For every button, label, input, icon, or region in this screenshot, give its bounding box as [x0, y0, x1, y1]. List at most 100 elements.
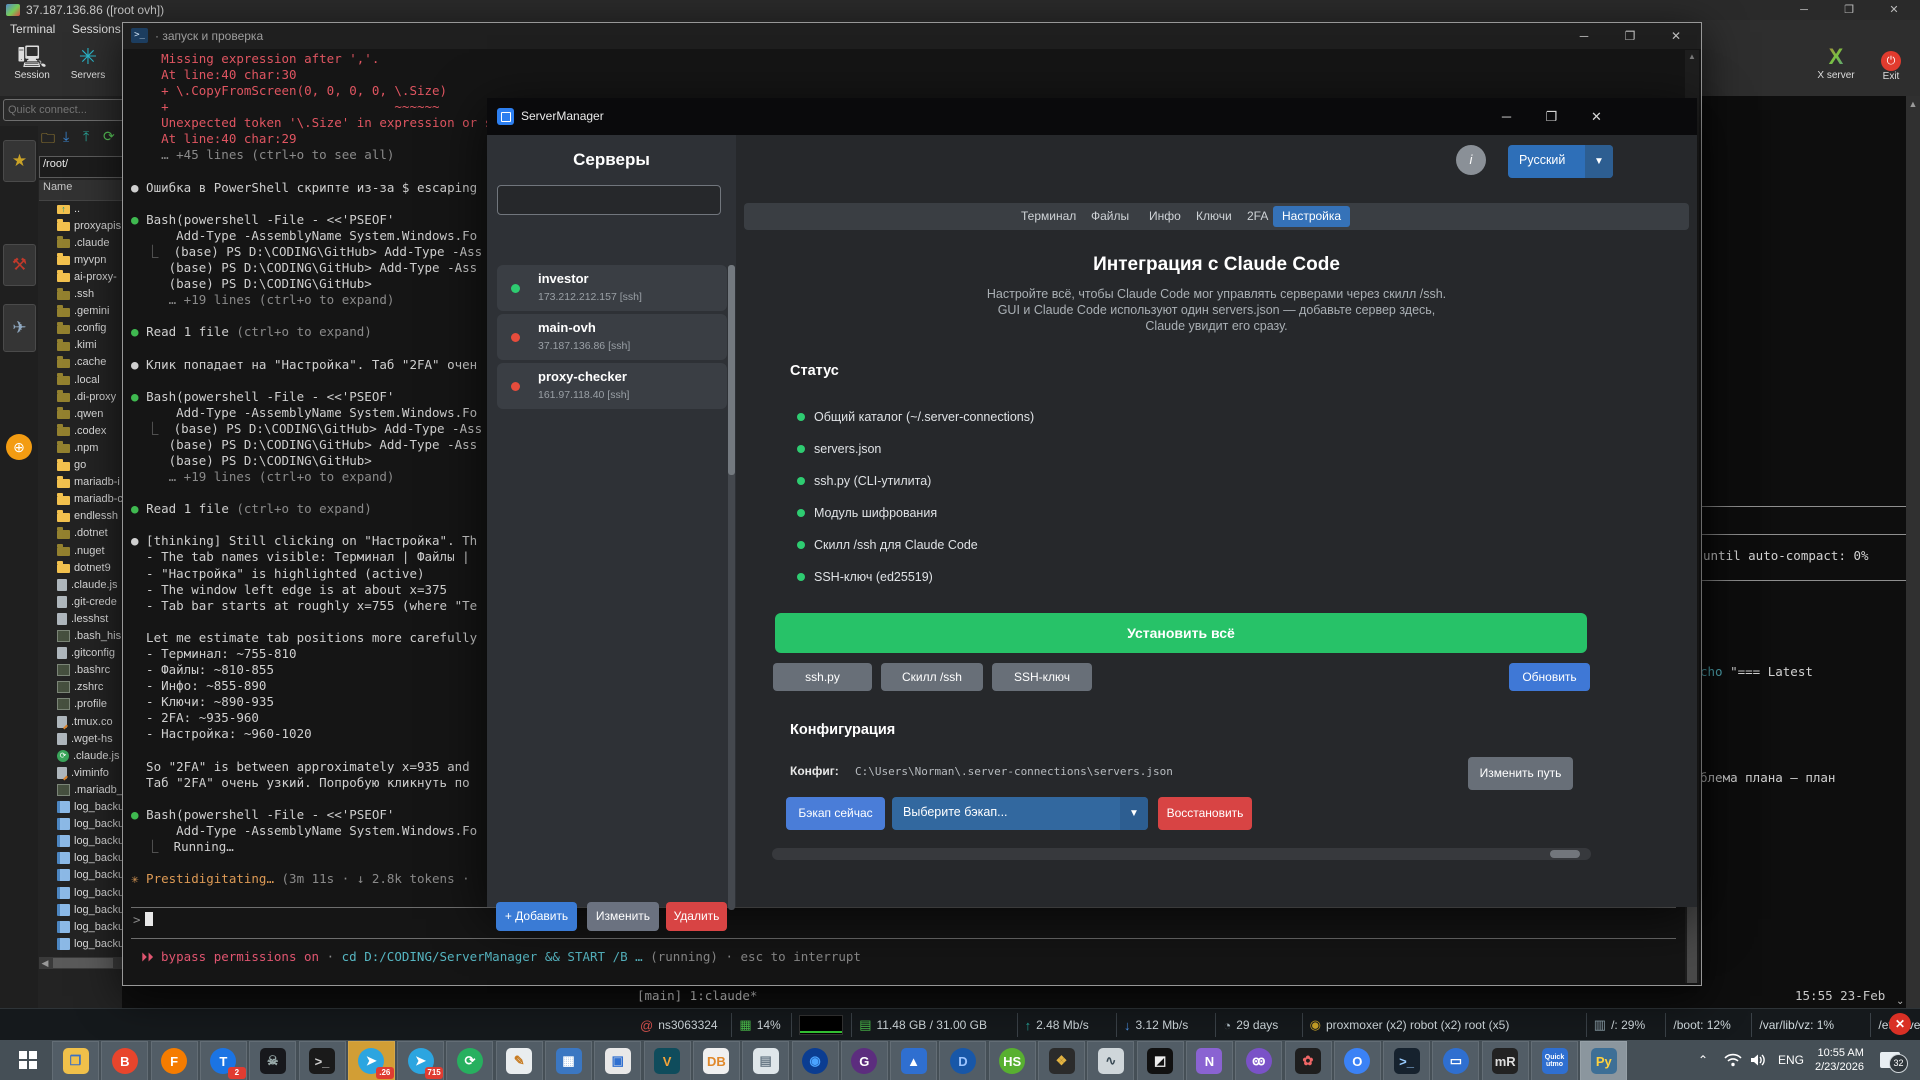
file-row[interactable]: .config: [39, 320, 106, 337]
taskbar-heidisql-app[interactable]: HS: [989, 1041, 1036, 1080]
sftp-column-name[interactable]: Name: [39, 180, 131, 201]
refresh-button[interactable]: Обновить: [1509, 663, 1590, 691]
file-row[interactable]: log_backu: [39, 935, 123, 952]
file-row[interactable]: mariadb-i: [39, 474, 120, 491]
Скилл /ssh-button[interactable]: Скилл /ssh: [881, 663, 983, 691]
server-search-input[interactable]: [497, 185, 721, 215]
taskbar-mobaxterm-app[interactable]: ❖: [1038, 1041, 1085, 1080]
file-row[interactable]: ⟳.claude.js: [39, 747, 119, 764]
taskbar-v-app[interactable]: V: [644, 1041, 691, 1080]
tools-icon[interactable]: ⚒: [3, 244, 36, 286]
content-horizontal-scrollbar[interactable]: [772, 848, 1591, 860]
file-row[interactable]: .gemini: [39, 303, 109, 320]
close-icon[interactable]: ✕: [1653, 23, 1699, 49]
taskbar-notepad-app[interactable]: ▤: [742, 1041, 789, 1080]
file-row[interactable]: .qwen: [39, 405, 103, 422]
taskbar-opera-app[interactable]: O: [1334, 1041, 1381, 1080]
file-row[interactable]: log_backu: [39, 901, 123, 918]
servers-button[interactable]: ✳ Servers: [62, 44, 114, 94]
taskbar-sync-app[interactable]: ⟳: [446, 1041, 493, 1080]
volume-icon[interactable]: [1750, 1040, 1768, 1080]
file-row[interactable]: .bashrc: [39, 662, 110, 679]
SSH-ключ-button[interactable]: SSH-ключ: [992, 663, 1092, 691]
taskbar-remote-desktop-app[interactable]: ▭: [1432, 1041, 1479, 1080]
file-row[interactable]: ai-proxy-: [39, 268, 117, 285]
file-row[interactable]: endlessh: [39, 508, 118, 525]
Изменить-button[interactable]: Изменить: [587, 902, 659, 931]
file-row[interactable]: .bash_his: [39, 628, 121, 645]
taskbar-ninja-app[interactable]: ☠: [249, 1041, 296, 1080]
folder-up-icon[interactable]: 🗀: [41, 128, 55, 152]
scrollbar-thumb[interactable]: [728, 265, 735, 475]
quick-connect-input[interactable]: [3, 99, 125, 121]
file-row[interactable]: .di-proxy: [39, 388, 116, 405]
menu-tab-sessions[interactable]: Sessions: [72, 22, 121, 36]
file-row[interactable]: .cache: [39, 354, 106, 371]
file-row[interactable]: .nuget: [39, 542, 105, 559]
file-row[interactable]: .mariadb_: [39, 781, 123, 798]
file-row[interactable]: .npm: [39, 439, 98, 456]
file-row[interactable]: ↑..: [39, 200, 80, 217]
file-row[interactable]: dotnet9: [39, 559, 111, 576]
tab-Ключи[interactable]: Ключи: [1187, 206, 1241, 227]
server-card-proxy-checker[interactable]: proxy-checker161.97.118.40 [ssh]: [497, 363, 727, 409]
notification-icon[interactable]: 32: [1880, 1040, 1900, 1080]
info-button[interactable]: i: [1456, 145, 1486, 175]
terminal-scrollbar[interactable]: ▲: [1906, 96, 1920, 1008]
file-row[interactable]: log_backu: [39, 850, 123, 867]
file-row[interactable]: log_backu: [39, 884, 123, 901]
taskbar-cube-app[interactable]: ◩: [1137, 1041, 1184, 1080]
language-indicator[interactable]: ENG: [1778, 1040, 1804, 1080]
server-card-investor[interactable]: investor173.212.212.157 [ssh]: [497, 265, 727, 311]
taskbar-dbeaver-app[interactable]: D: [939, 1041, 986, 1080]
tab-Терминал[interactable]: Терминал: [1012, 206, 1085, 227]
change-path-button[interactable]: Изменить путь: [1468, 757, 1573, 790]
taskbar-monitor-tool[interactable]: ∿: [1087, 1041, 1134, 1080]
taskbar-powershell-app[interactable]: >_: [1383, 1041, 1430, 1080]
scroll-up-icon[interactable]: ▲: [1685, 52, 1699, 61]
taskbar-thunderbird-mail[interactable]: T2: [200, 1041, 247, 1080]
upload-icon[interactable]: ⤒: [83, 128, 89, 145]
Удалить-button[interactable]: Удалить: [666, 902, 727, 931]
close-icon[interactable]: ✕: [1872, 0, 1916, 20]
tab-Инфо[interactable]: Инфо: [1140, 206, 1190, 227]
taskbar-dark-blue-app[interactable]: ◉: [792, 1041, 839, 1080]
file-row[interactable]: .codex: [39, 422, 106, 439]
clock[interactable]: 10:55 AM2/23/2026: [1815, 1040, 1864, 1080]
file-row[interactable]: .tmux.co: [39, 713, 113, 730]
file-row[interactable]: log_backu: [39, 867, 123, 884]
taskbar-file-explorer[interactable]: ❐: [52, 1041, 99, 1080]
file-row[interactable]: proxyapis: [39, 217, 121, 234]
favorites-star-icon[interactable]: ★: [3, 140, 36, 182]
file-row[interactable]: .local: [39, 371, 100, 388]
wifi-icon[interactable]: [1724, 1040, 1742, 1080]
file-row[interactable]: .viminfo: [39, 764, 109, 781]
minimize-icon[interactable]: ─: [1484, 98, 1529, 135]
install-all-button[interactable]: Установить всё: [775, 613, 1587, 653]
taskbar-telegram-alert[interactable]: ➤.26: [348, 1041, 395, 1080]
maximize-icon[interactable]: ❐: [1607, 23, 1653, 49]
sftp-horizontal-scrollbar[interactable]: ◀: [39, 957, 123, 969]
taskbar-notes-app[interactable]: ✎: [496, 1041, 543, 1080]
refresh-icon[interactable]: ⟳: [103, 128, 115, 145]
tab-2FA[interactable]: 2FA: [1238, 206, 1277, 227]
file-row[interactable]: .ssh: [39, 286, 94, 303]
taskbar-gimp-app[interactable]: G: [841, 1041, 888, 1080]
taskbar-telegram[interactable]: ➤715: [397, 1041, 444, 1080]
file-row[interactable]: log_backu: [39, 799, 123, 816]
monitoring-close-icon[interactable]: ✕: [1889, 1013, 1911, 1035]
file-row[interactable]: .profile: [39, 696, 107, 713]
taskbar-photos-app[interactable]: ▲: [890, 1041, 937, 1080]
file-row[interactable]: .gitconfig: [39, 645, 115, 662]
taskbar-mremoteng-app[interactable]: mR: [1482, 1041, 1529, 1080]
download-icon[interactable]: ⤓: [63, 128, 69, 145]
taskbar-quickutmo-app[interactable]: Quick utmo: [1531, 1041, 1578, 1080]
prompt-line[interactable]: >: [133, 912, 153, 928]
file-row[interactable]: mariadb-c: [39, 491, 123, 508]
file-row[interactable]: log_backu: [39, 816, 123, 833]
restore-button[interactable]: Восстановить: [1158, 797, 1252, 830]
ssh.py-button[interactable]: ssh.py: [773, 663, 872, 691]
taskbar-calculator-app[interactable]: ▦: [545, 1041, 592, 1080]
macros-plane-icon[interactable]: ✈: [3, 304, 36, 352]
maximize-icon[interactable]: ❐: [1529, 98, 1574, 135]
